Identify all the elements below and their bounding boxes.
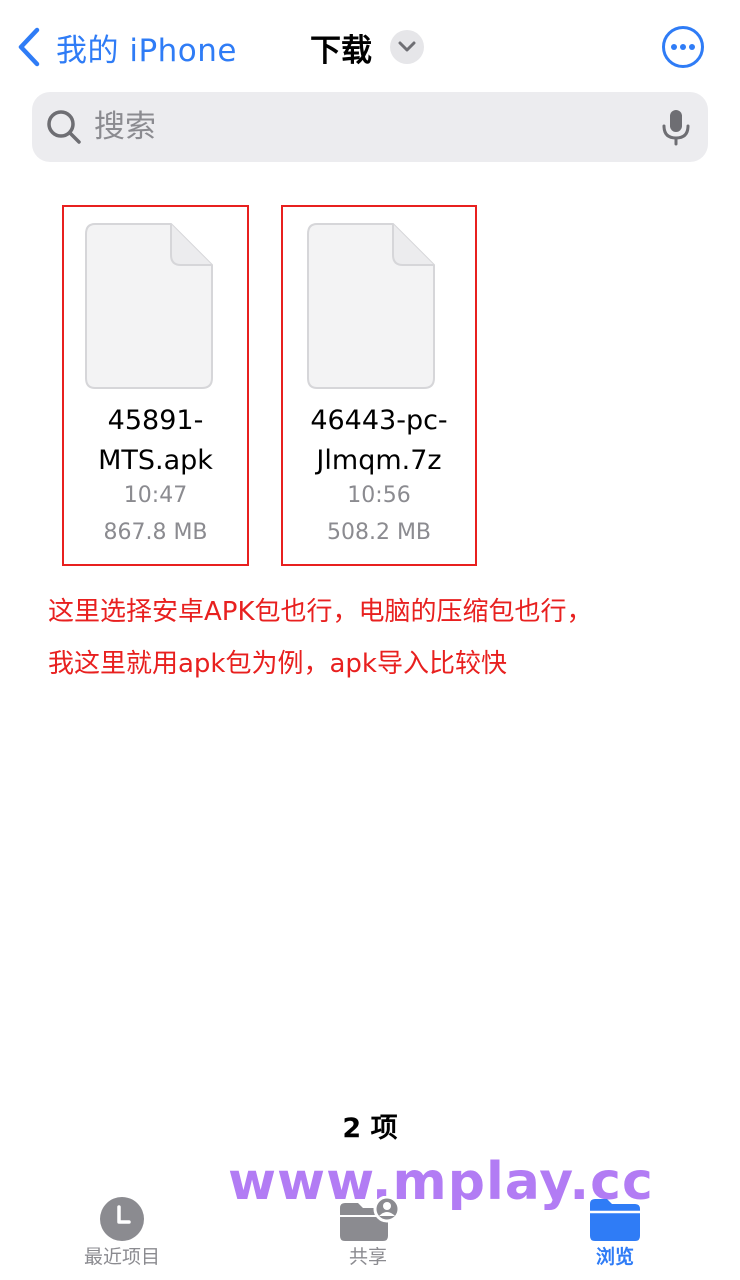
file-time: 10:47 <box>123 483 188 508</box>
tab-label: 共享 <box>348 1246 387 1268</box>
folder-icon <box>590 1199 640 1241</box>
chevron-left-icon <box>18 27 40 67</box>
document-icon <box>307 223 435 389</box>
document-icon <box>85 223 213 389</box>
search-bar[interactable] <box>32 92 708 162</box>
tab-label: 浏览 <box>595 1246 634 1268</box>
file-size: 508.2 MB <box>326 520 432 545</box>
file-time: 10:56 <box>347 483 411 508</box>
annotation-text: 这里选择安卓APK包也行，电脑的压缩包也行， 我这里就用apk包为例，apk导入… <box>48 586 718 690</box>
tab-shared[interactable]: 共享 <box>298 1192 438 1278</box>
shared-folder-icon <box>340 1196 400 1241</box>
file-size: 867.8 MB <box>103 520 208 545</box>
file-item[interactable]: 45891- MTS.apk 10:47 867.8 MB <box>62 205 249 566</box>
tab-label: 最近项目 <box>83 1246 160 1268</box>
annotation-line-2: 我这里就用apk包为例，apk导入比较快 <box>48 649 507 679</box>
tab-browse[interactable]: 浏览 <box>545 1192 685 1278</box>
file-name: 45891- MTS.apk <box>98 405 213 476</box>
tab-recents[interactable]: 最近项目 <box>52 1192 192 1278</box>
clock-icon <box>100 1197 144 1241</box>
microphone-icon[interactable] <box>660 108 692 146</box>
page-title: 下载 <box>310 32 372 69</box>
ellipsis-circle-icon <box>662 26 704 68</box>
annotation-line-1: 这里选择安卓APK包也行，电脑的压缩包也行， <box>48 597 593 627</box>
item-count: 2 项 <box>342 1113 398 1144</box>
file-item[interactable]: 46443-pc- Jlmqm.7z 10:56 508.2 MB <box>281 205 477 566</box>
folder-title-menu[interactable]: 下载 <box>310 24 424 70</box>
search-input[interactable] <box>94 92 634 162</box>
search-icon <box>47 110 81 144</box>
chevron-down-icon <box>398 41 416 52</box>
file-name: 46443-pc- Jlmqm.7z <box>310 405 448 476</box>
more-options-button[interactable] <box>661 25 705 69</box>
title-dropdown-button[interactable] <box>390 30 424 64</box>
back-label: 我的 iPhone <box>56 32 237 69</box>
back-button[interactable]: 我的 iPhone <box>16 24 237 70</box>
